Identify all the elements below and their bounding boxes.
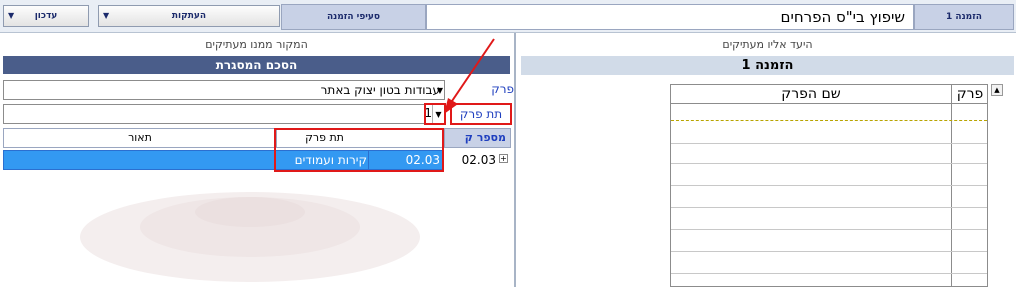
tab-order[interactable]: הזמנה 1 bbox=[914, 4, 1014, 30]
update-button[interactable]: ▼ עדכון bbox=[3, 5, 89, 27]
column-header-chapter-name: שם הפרק bbox=[671, 85, 951, 104]
panel-divider bbox=[514, 33, 516, 287]
expand-icon[interactable]: + bbox=[499, 154, 508, 163]
tab-order-sections[interactable]: סעיפי הזמנה bbox=[281, 4, 426, 30]
column-header-description: תאור bbox=[128, 131, 152, 144]
number-cell[interactable]: 02.03 + bbox=[446, 150, 510, 170]
row-separator bbox=[671, 120, 987, 121]
dropdown-caret-icon: ▼ bbox=[8, 11, 15, 20]
scroll-up-icon[interactable]: ▲ bbox=[991, 84, 1003, 96]
arrow-annotation-icon bbox=[444, 38, 495, 114]
highlight-box bbox=[274, 128, 444, 172]
project-title: שיפוץ בי"ס הפרחים bbox=[426, 4, 914, 30]
target-caption: היעד אליו מעתיקים bbox=[722, 38, 813, 51]
chapter-combo[interactable]: עבודות בטון יצוק באתר ▼ bbox=[3, 80, 445, 100]
column-header-number: מספר ק bbox=[444, 129, 510, 147]
subchapter-combo[interactable]: 1 ▼ bbox=[3, 104, 445, 124]
target-band: הזמנה 1 bbox=[521, 56, 1014, 75]
column-header-chapter: פרק bbox=[952, 85, 988, 104]
copies-button[interactable]: ▼ העתקות bbox=[98, 5, 280, 27]
target-grid[interactable]: שם הפרק פרק bbox=[670, 84, 988, 287]
dropdown-caret-icon: ▼ bbox=[103, 11, 110, 20]
watermark-logo bbox=[80, 192, 420, 282]
